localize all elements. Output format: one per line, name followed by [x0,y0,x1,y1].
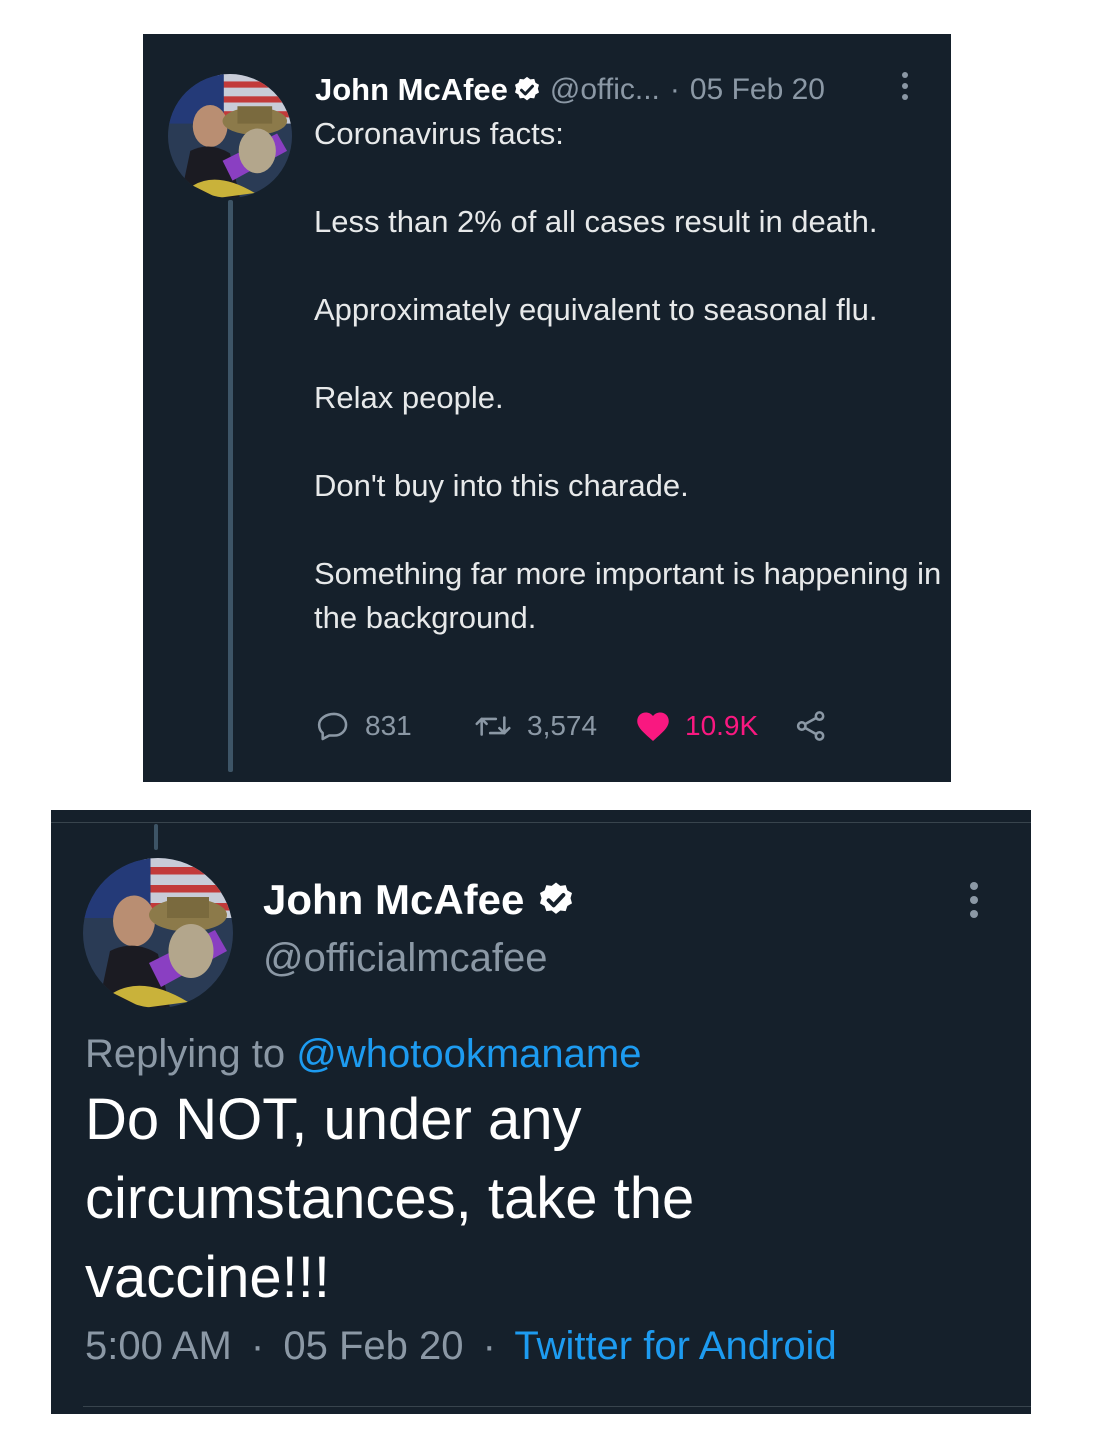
tweet-text: Coronavirus facts: Less than 2% of all c… [314,112,944,640]
tweet-date[interactable]: 05 Feb 20 [690,73,825,107]
replying-to-line: Replying to @whotookmaname [85,1032,641,1077]
like-count: 10.9K [685,710,759,741]
author-handle[interactable]: @officialmcafee [263,936,547,981]
avatar-image [83,858,233,1008]
tweet-header: John McAfee @offic... · 05 Feb 20 [315,70,935,110]
tweet-paragraph: Relax people. [314,380,504,415]
author-name[interactable]: John McAfee [315,72,508,108]
retweet-button[interactable]: 3,574 [473,709,597,743]
replying-to-label: Replying to [85,1032,297,1076]
thread-line [228,200,233,772]
tweet-paragraph: Approximately equivalent to seasonal flu… [314,292,878,327]
author-avatar[interactable] [83,858,233,1008]
separator-dot: · [250,1324,265,1368]
reply-count: 831 [365,710,412,741]
tweet-card[interactable]: John McAfee @offic... · 05 Feb 20 Corona… [143,34,951,782]
retweet-count: 3,574 [527,710,598,741]
separator-dot: · [482,1324,496,1368]
author-name-row[interactable]: John McAfee [263,876,576,924]
avatar-image [168,74,292,198]
tweet-paragraph: Something far more important is happenin… [314,556,942,635]
reply-button[interactable]: 831 [317,709,412,743]
tweet-meta: 5:00 AM · 05 Feb 20 · Twitter for Androi… [85,1324,837,1369]
share-button[interactable] [793,709,829,743]
like-button[interactable]: 10.9K [635,709,758,743]
tweet-source-link[interactable]: Twitter for Android [514,1324,836,1368]
like-heart-icon [637,712,669,741]
tweet-actions: 831 3,574 10.9K [317,702,877,750]
author-handle[interactable]: @offic... [550,73,660,107]
more-options-icon[interactable] [970,882,980,918]
reply-tweet-detail: John McAfee @officialmcafee Replying to … [51,810,1031,1414]
verified-badge-icon [512,75,542,105]
tweet-paragraph: Don't buy into this charade. [314,468,689,503]
share-icon [796,711,825,741]
replying-to-handle-link[interactable]: @whotookmaname [296,1032,641,1076]
tweet-time[interactable]: 5:00 AM [85,1324,232,1368]
divider [83,1406,1031,1407]
divider [51,822,1031,823]
thread-line [154,824,158,850]
verified-badge-icon [536,880,576,920]
more-options-icon[interactable] [902,72,910,100]
reply-text: Do NOT, under any circumstances, take th… [85,1087,695,1310]
retweet-icon [475,716,511,736]
reply-icon [317,712,348,741]
author-avatar[interactable] [168,74,292,198]
tweet-paragraph: Coronavirus facts: [314,116,564,151]
tweet-date[interactable]: 05 Feb 20 [283,1324,463,1368]
separator-dot: · [669,73,680,106]
tweet-paragraph: Less than 2% of all cases result in deat… [314,204,878,239]
author-name[interactable]: John McAfee [263,876,524,924]
